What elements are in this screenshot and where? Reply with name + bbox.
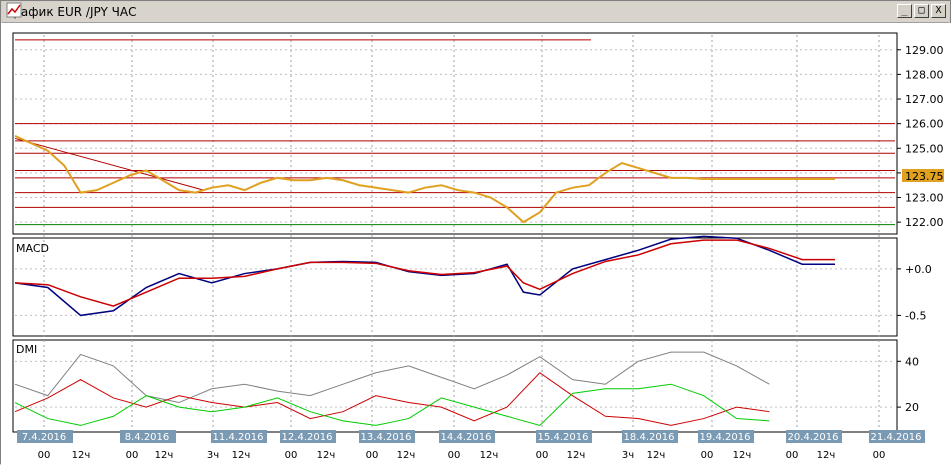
hour-label: 12ч	[733, 450, 752, 461]
title-bar[interactable]: График EUR /JPY ЧАС _ □ X	[2, 2, 949, 23]
current-price-label: 123.75	[905, 170, 944, 183]
hour-label: 12ч	[647, 450, 666, 461]
hour-label: 00	[448, 450, 461, 461]
hour-label: 12ч	[317, 450, 336, 461]
hour-label: 00	[786, 450, 799, 461]
y-tick-label: 122.00	[905, 216, 944, 229]
date-label: 21.4.2016	[871, 432, 922, 443]
dmi-title: DMI	[16, 343, 37, 356]
hour-label: 12ч	[817, 450, 836, 461]
date-label: 14.4.2016	[441, 432, 492, 443]
hour-label: 00	[873, 450, 886, 461]
price-panel-frame	[12, 32, 898, 235]
chart-area[interactable]: 129.00128.00127.00126.00125.00124.00123.…	[1, 23, 951, 465]
hour-label: 3ч	[207, 450, 219, 461]
y-tick-label: 20	[905, 401, 919, 414]
maximize-button[interactable]: □	[914, 4, 929, 18]
chart-app-icon	[6, 2, 22, 18]
hour-label: 12ч	[155, 450, 174, 461]
chart-window: График EUR /JPY ЧАС _ □ X 129.00 128.00 12…	[0, 0, 951, 465]
chart-svg[interactable]: 129.00128.00127.00126.00125.00124.00123.…	[1, 23, 951, 465]
y-tick-label: 123.00	[905, 192, 944, 205]
macd-panel-frame	[12, 237, 898, 337]
date-label: 19.4.2016	[700, 432, 751, 443]
date-label: 12.4.2016	[282, 432, 333, 443]
dmi-panel-frame	[12, 339, 898, 433]
y-tick-label: 126.00	[905, 118, 944, 131]
date-label: 13.4.2016	[361, 432, 412, 443]
date-label: 18.4.2016	[624, 432, 675, 443]
y-tick-label: 127.00	[905, 93, 944, 106]
macd-title: MACD	[16, 242, 49, 255]
y-axis-ticks: 129.00128.00127.00126.00125.00124.00123.…	[897, 44, 944, 414]
y-tick-label: 129.00	[905, 44, 944, 57]
y-tick-label: 40	[905, 355, 919, 368]
date-label: 8.4.2016	[125, 432, 170, 443]
hour-label: 12ч	[232, 450, 251, 461]
hour-label: 12ч	[397, 450, 416, 461]
hour-label: 12ч	[480, 450, 499, 461]
date-label: 7.4.2016	[22, 432, 67, 443]
y-tick-label: 128.00	[905, 68, 944, 81]
hour-label: 00	[285, 450, 298, 461]
hour-label: 12ч	[567, 450, 586, 461]
close-button[interactable]: X	[931, 4, 946, 18]
hour-label: 00	[536, 450, 549, 461]
hour-label: 00	[366, 450, 379, 461]
y-tick-label: 125.00	[905, 142, 944, 155]
date-label: 15.4.2016	[538, 432, 589, 443]
x-axis: 7.4.2016 8.4.2016 11.4.2016 12.4.2016 13.4.2…	[17, 430, 925, 461]
hour-label: 00	[701, 450, 714, 461]
date-label: 20.4.2016	[788, 432, 839, 443]
window-title: График EUR /JPY ЧАС	[6, 5, 137, 19]
y-tick-label: +0.0	[905, 263, 932, 276]
hour-label: 00	[126, 450, 139, 461]
hour-label: 3ч	[622, 450, 634, 461]
hour-label: 12ч	[72, 450, 91, 461]
date-label: 11.4.2016	[213, 432, 264, 443]
y-tick-label: -0.5	[905, 309, 926, 322]
hour-label: 00	[38, 450, 51, 461]
minimize-button[interactable]: _	[897, 4, 912, 18]
